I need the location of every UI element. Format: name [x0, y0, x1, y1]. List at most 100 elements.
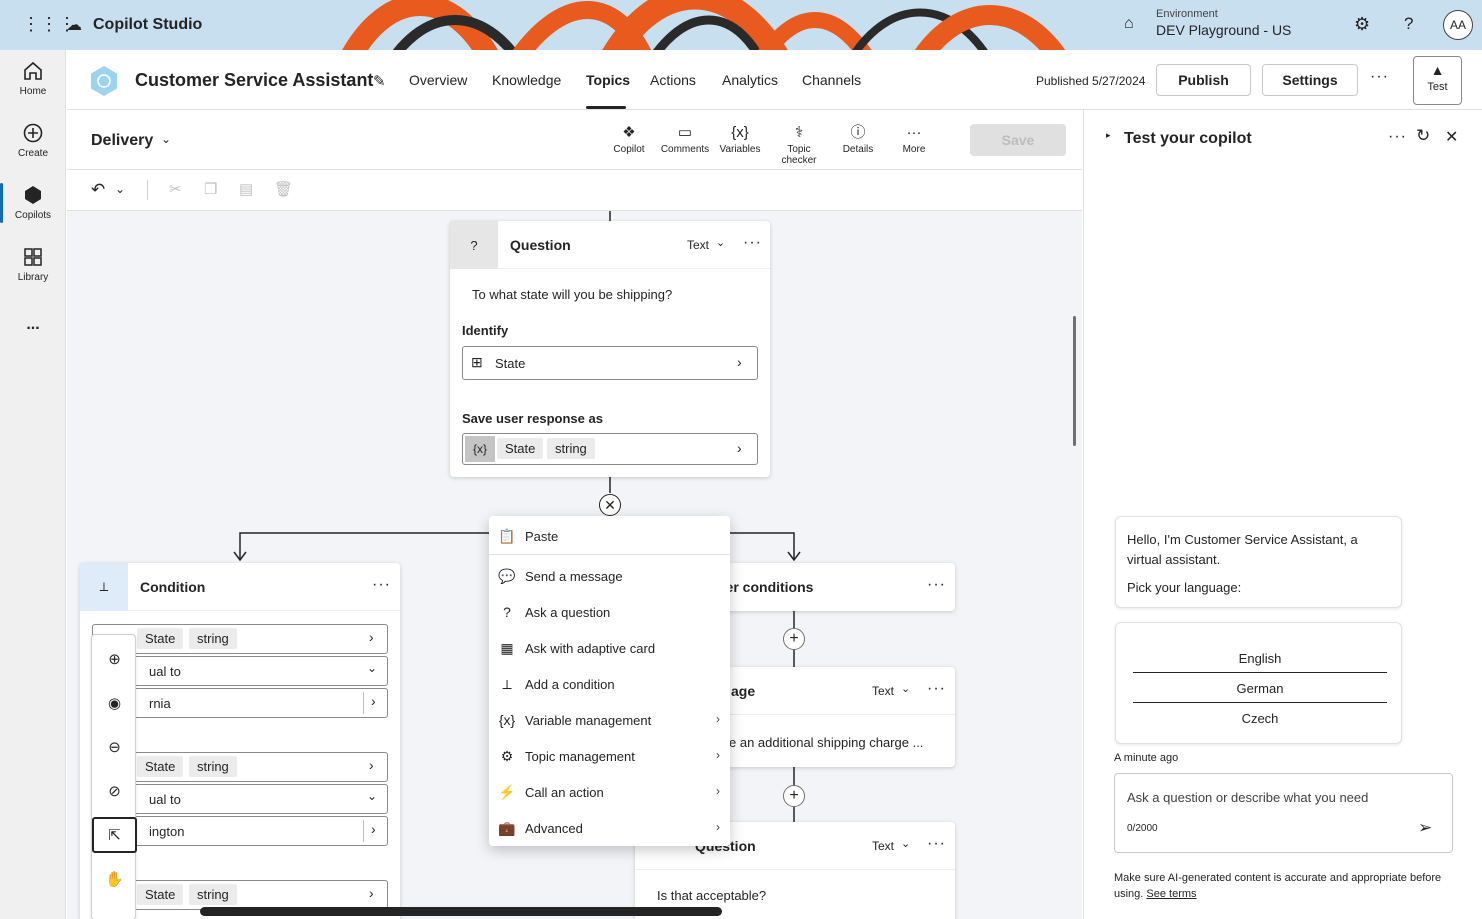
add-node-plus-icon[interactable]: + — [783, 628, 805, 650]
gear-icon[interactable]: ⚙ — [1354, 14, 1370, 35]
menu-item-adaptive-card[interactable]: ▦ Ask with adaptive card — [489, 630, 730, 666]
more-options-icon[interactable]: ··· — [743, 234, 762, 252]
home-icon — [24, 61, 42, 80]
send-icon[interactable]: ➢ — [1418, 818, 1432, 838]
save-button[interactable]: Save — [970, 124, 1066, 156]
menu-item-call-action[interactable]: ⚡ Call an action › — [489, 774, 730, 810]
menu-item-send-message[interactable]: 💬 Send a message — [489, 558, 730, 594]
cut-icon[interactable]: ✂ — [169, 180, 182, 198]
rail-item-create[interactable]: Create — [0, 122, 66, 159]
tool-variables[interactable]: {x} Variables — [710, 124, 770, 155]
focus-icon[interactable]: ◉ — [92, 685, 137, 721]
zoom-out-icon[interactable]: ⊖ — [92, 729, 137, 765]
chevron-right-icon[interactable]: ▸ — [1106, 130, 1111, 141]
language-option-english[interactable]: English — [1133, 644, 1387, 674]
settings-button[interactable]: Settings — [1262, 64, 1358, 96]
copy-icon[interactable]: ❐ — [204, 180, 217, 198]
tab-knowledge[interactable]: Knowledge — [492, 72, 561, 88]
refresh-icon[interactable]: ↻ — [1416, 126, 1430, 146]
action-icon: ⚡ — [498, 783, 516, 800]
edit-icon[interactable]: ✎ — [373, 72, 386, 90]
select-pointer-icon[interactable]: ⇱ — [92, 817, 137, 853]
more-options-icon[interactable]: ··· — [1388, 128, 1407, 146]
rail-item-copilots[interactable]: Copilots — [0, 184, 66, 221]
help-icon[interactable]: ? — [1404, 14, 1413, 34]
stethoscope-icon: ⚕ — [794, 124, 804, 141]
menu-item-advanced[interactable]: 💼 Advanced › — [489, 810, 730, 846]
chevron-down-icon[interactable]: ⌄ — [901, 682, 910, 695]
greeting-text: Hello, I'm Customer Service Assistant, a… — [1127, 532, 1358, 567]
zoom-in-icon[interactable]: ⊕ — [92, 641, 137, 677]
chat-input-box[interactable]: Ask a question or describe what you need… — [1114, 773, 1453, 853]
node-type-label[interactable]: Text — [872, 684, 894, 698]
close-icon[interactable]: ✕ — [1445, 127, 1458, 147]
node-type-label[interactable]: Text — [687, 238, 709, 252]
publish-button[interactable]: Publish — [1156, 64, 1251, 96]
rail-item-home[interactable]: Home — [0, 60, 66, 97]
menu-item-paste[interactable]: 📋 Paste — [489, 519, 730, 555]
question-node[interactable]: ? Question Text ⌄ ··· To what state will… — [450, 221, 770, 477]
tab-overview[interactable]: Overview — [409, 72, 467, 88]
environment-value[interactable]: DEV Playground - US — [1156, 22, 1291, 38]
save-variable-field[interactable]: {x} State string › — [462, 433, 758, 465]
menu-item-label: Call an action — [525, 784, 604, 800]
left-rail: Home Create Copilots Library ... — [0, 50, 66, 919]
horizontal-scrollbar[interactable] — [200, 907, 722, 916]
menu-item-variable-management[interactable]: {x} Variable management › — [489, 702, 730, 738]
more-options-icon[interactable]: ··· — [927, 680, 946, 698]
close-icon[interactable]: ✕ — [599, 494, 621, 516]
tab-topics[interactable]: Topics — [586, 72, 630, 88]
question-prompt[interactable]: Is that acceptable? — [657, 888, 766, 903]
tool-label: More — [902, 144, 926, 155]
variable-icon: {x} — [465, 436, 495, 462]
tool-label: Variables — [719, 144, 761, 155]
message-text[interactable]: e an additional shipping charge ... — [729, 735, 923, 750]
topic-toolbar: Delivery ⌄ ❖ Copilot ▭ Comments {x} Variabl… — [67, 110, 1082, 170]
tool-details[interactable]: ⓘ Details — [828, 124, 888, 155]
plus-circle-icon — [23, 123, 43, 143]
delete-icon[interactable]: 🗑 — [274, 180, 293, 198]
question-prompt[interactable]: To what state will you be shipping? — [472, 287, 672, 302]
tab-analytics[interactable]: Analytics — [722, 72, 778, 88]
see-terms-link[interactable]: See terms — [1146, 888, 1196, 900]
add-node-plus-icon[interactable]: + — [783, 785, 805, 807]
more-options-icon[interactable]: ··· — [372, 576, 391, 594]
identify-field[interactable]: ⊞ State › — [462, 346, 758, 380]
entity-icon: ⊞ — [471, 354, 483, 370]
environment-icon[interactable]: ⌂ — [1124, 15, 1134, 33]
tool-comments[interactable]: ▭ Comments — [655, 124, 715, 155]
menu-item-ask-question[interactable]: ? Ask a question — [489, 594, 730, 630]
avatar[interactable]: AA — [1443, 10, 1473, 40]
node-type-label[interactable]: Text — [872, 839, 894, 853]
undo-icon[interactable]: ↶ — [91, 180, 105, 200]
tab-actions[interactable]: Actions — [650, 72, 696, 88]
language-option-german[interactable]: German — [1133, 674, 1387, 704]
divider — [147, 180, 148, 200]
test-label: Test — [1427, 81, 1448, 93]
language-card: English German Czech — [1115, 622, 1402, 744]
more-options-icon[interactable]: ··· — [1370, 68, 1389, 86]
menu-item-topic-management[interactable]: ⚙ Topic management › — [489, 738, 730, 774]
menu-item-label: Send a message — [525, 568, 623, 584]
language-option-czech[interactable]: Czech — [1133, 704, 1387, 734]
pan-hand-icon[interactable]: ✋ — [92, 861, 137, 897]
rail-item-library[interactable]: Library — [0, 246, 66, 283]
chevron-down-icon[interactable]: ⌄ — [901, 837, 910, 850]
chevron-down-icon[interactable]: ⌄ — [115, 182, 125, 196]
topic-name[interactable]: Delivery — [91, 132, 153, 150]
tool-more[interactable]: ··· More — [884, 124, 944, 155]
more-options-icon[interactable]: ··· — [927, 576, 946, 594]
divider — [1133, 672, 1387, 673]
chat-input-placeholder[interactable]: Ask a question or describe what you need — [1127, 790, 1368, 805]
tab-channels[interactable]: Channels — [802, 72, 861, 88]
minimap-icon[interactable]: ⊘ — [92, 773, 137, 809]
test-button[interactable]: ▲ Test — [1413, 56, 1462, 105]
rail-more-icon[interactable]: ... — [0, 316, 66, 334]
more-options-icon[interactable]: ··· — [927, 835, 946, 853]
paste-icon[interactable]: ▤ — [239, 180, 253, 198]
chevron-down-icon[interactable]: ⌄ — [161, 132, 171, 146]
chevron-down-icon[interactable]: ⌄ — [716, 236, 725, 249]
menu-item-add-condition[interactable]: ⟂ Add a condition — [489, 666, 730, 702]
tool-copilot[interactable]: ❖ Copilot — [599, 124, 659, 155]
tool-topic-checker[interactable]: ⚕ Topic checker — [769, 124, 829, 166]
